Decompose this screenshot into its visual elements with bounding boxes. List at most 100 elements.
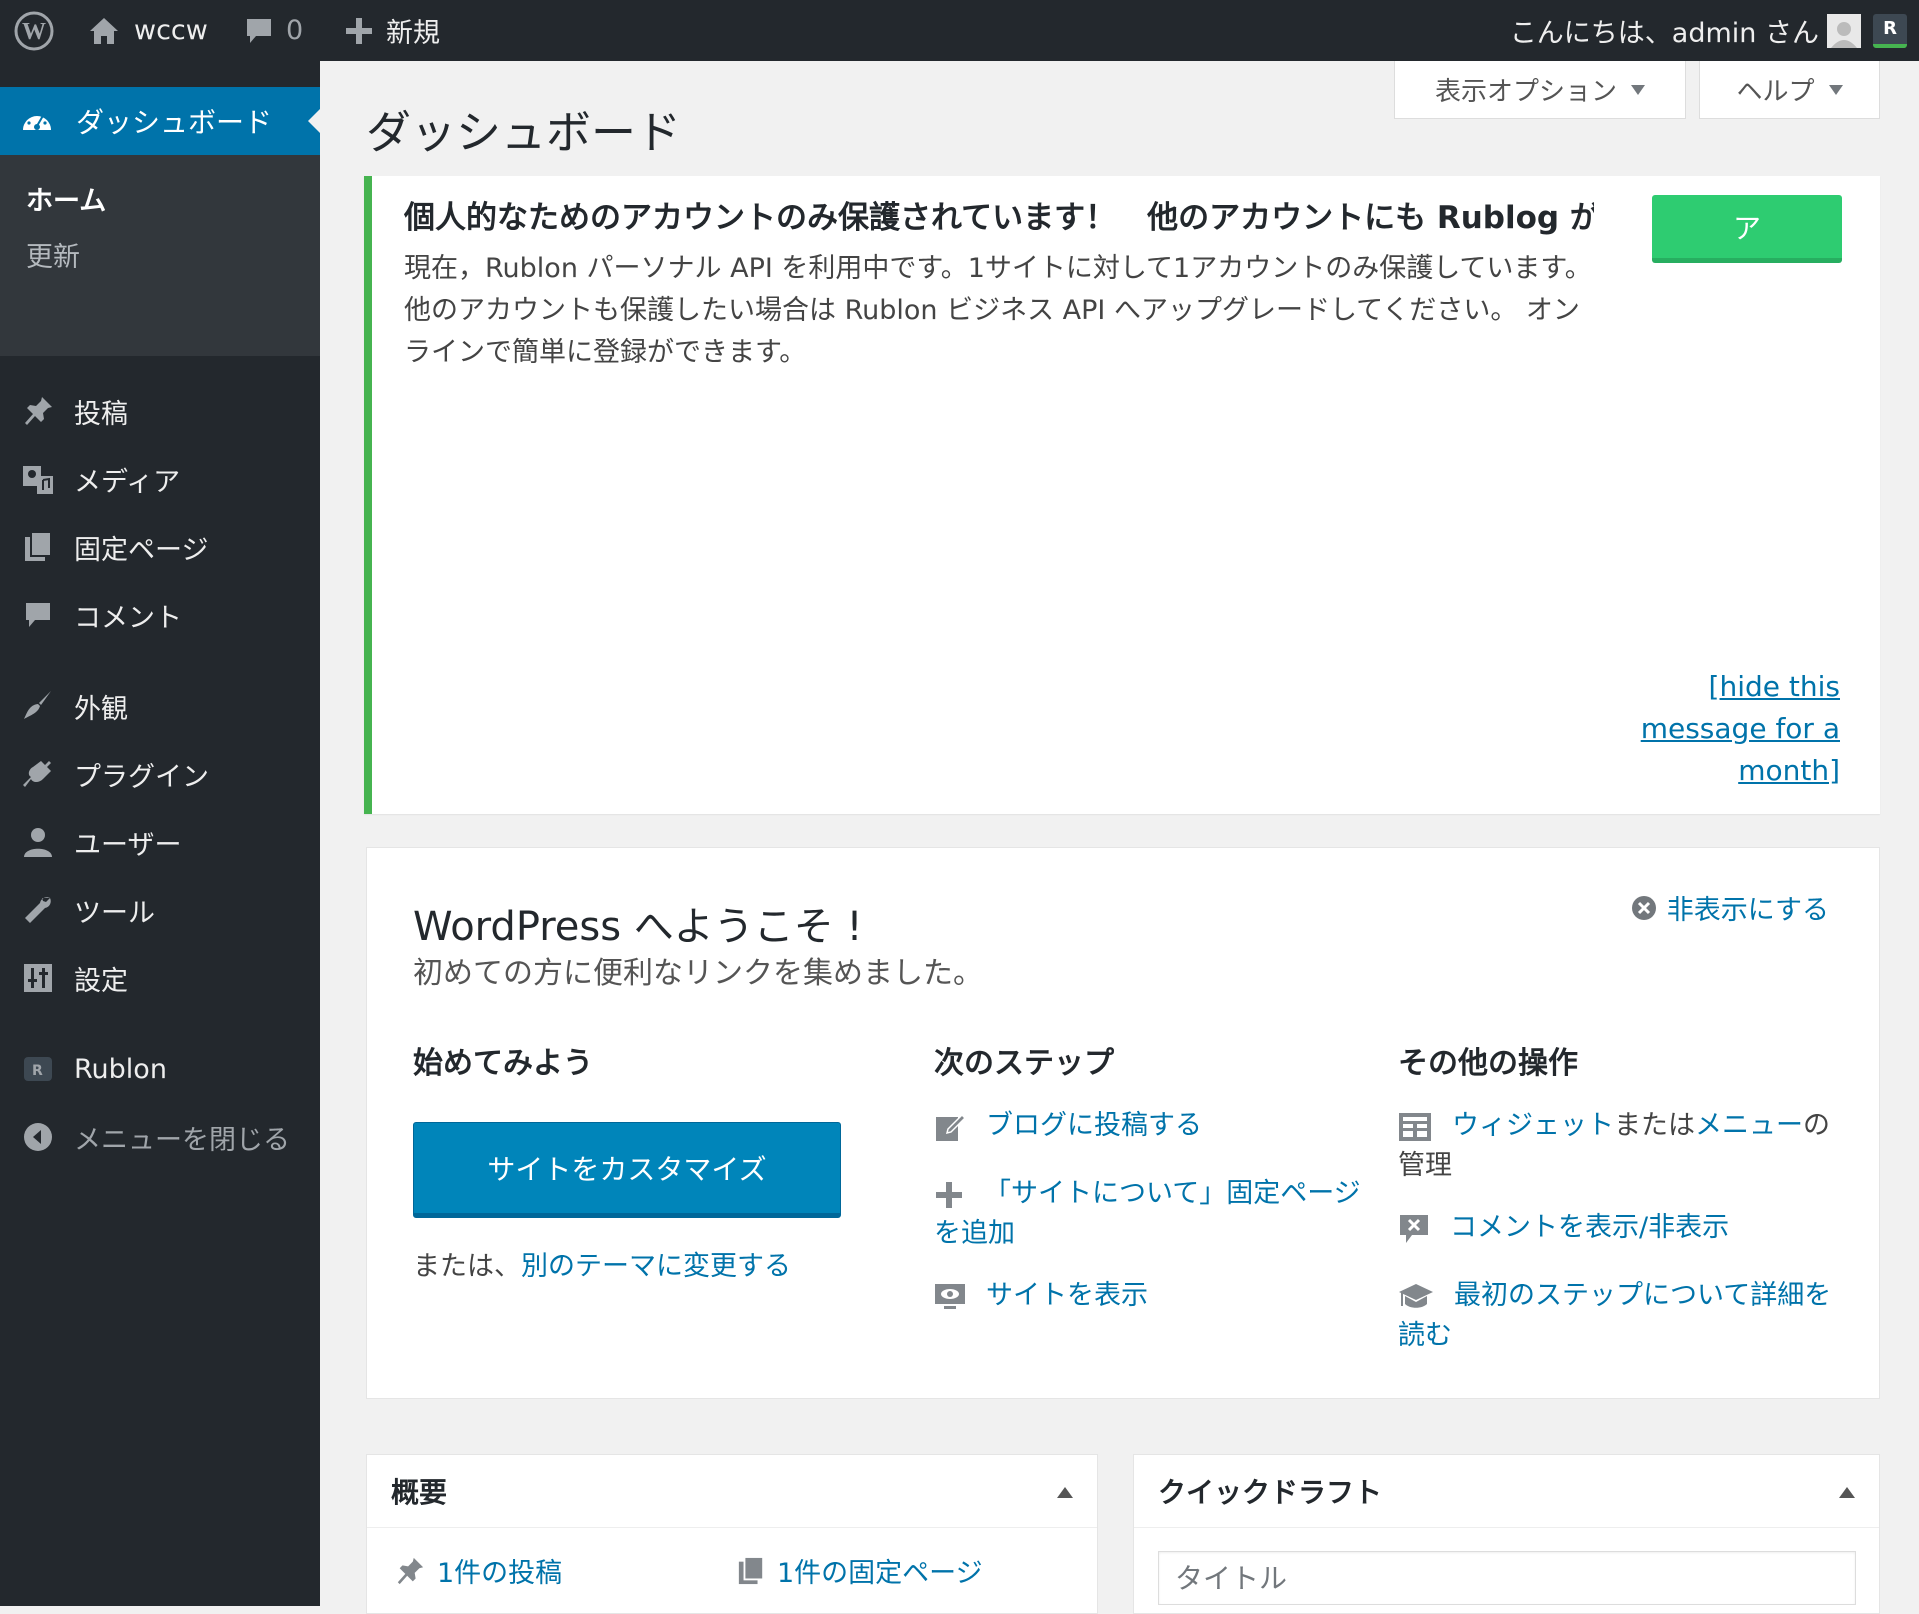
- sidebar-item-label: Rublon: [74, 1053, 167, 1085]
- dashboard-submenu: ホーム 更新: [0, 155, 320, 356]
- quick-draft-box: クイックドラフト: [1133, 1454, 1880, 1614]
- pin-icon: [20, 393, 56, 429]
- more-actions-heading: その他の操作: [1398, 1046, 1578, 1081]
- customize-site-button[interactable]: サイトをカスタマイズ: [413, 1122, 841, 1218]
- page-title: ダッシュボード: [366, 106, 682, 159]
- write-post-link[interactable]: ブログに投稿する: [934, 1106, 1354, 1146]
- toggle-comments-link[interactable]: コメントを表示/非表示: [1398, 1208, 1838, 1248]
- chevron-down-icon: [1828, 84, 1843, 95]
- chevron-down-icon: [1631, 84, 1645, 95]
- help-label: ヘルプ: [1736, 77, 1815, 107]
- comments-off-icon: [1398, 1213, 1430, 1245]
- media-icon: [20, 461, 56, 497]
- postbox-header[interactable]: クイックドラフト: [1134, 1455, 1879, 1528]
- submenu-item-updates[interactable]: 更新: [26, 235, 80, 274]
- widgets-icon: [1398, 1112, 1432, 1142]
- posts-count-label: 1件の投稿: [437, 1558, 563, 1589]
- greeting-text: こんにちは、admin さん: [1509, 18, 1819, 49]
- postbox-header[interactable]: 概要: [367, 1455, 1097, 1528]
- admin-sidebar: ダッシュボード ホーム 更新 投稿 メディア 固定ページ コメント 外観 プラグ…: [0, 61, 320, 1606]
- change-theme-link[interactable]: 別のテーマに変更する: [521, 1251, 791, 1282]
- close-circle-icon: [1631, 895, 1657, 921]
- draft-title-input[interactable]: [1158, 1551, 1856, 1605]
- site-name: wccw: [134, 15, 208, 46]
- plugin-icon: [20, 756, 56, 792]
- new-content-link[interactable]: 新規: [346, 0, 440, 61]
- sidebar-item-label: プラグイン: [74, 761, 209, 793]
- sidebar-item-dashboard[interactable]: ダッシュボード: [0, 87, 320, 155]
- edit-page-icon: [934, 1111, 966, 1143]
- change-theme-text: または、別のテーマに変更する: [413, 1244, 791, 1283]
- dismiss-welcome-link[interactable]: 非表示にする: [1631, 888, 1829, 927]
- collapse-menu-button[interactable]: メニューを閉じる: [0, 1110, 320, 1164]
- comments-link[interactable]: 0: [244, 0, 303, 61]
- plus-icon: [346, 17, 372, 44]
- comment-bubble-icon: [244, 16, 274, 46]
- menus-link[interactable]: メニュー: [1695, 1110, 1803, 1141]
- sidebar-item-label: 投稿: [74, 398, 128, 430]
- sidebar-item-posts[interactable]: 投稿: [0, 384, 320, 438]
- notice-title: 個人的なためのアカウントのみ保護されています！ 他のアカウントにも Rublog…: [404, 200, 1594, 236]
- comments-count: 0: [286, 15, 304, 46]
- pages-count-link[interactable]: 1件の固定ページ: [737, 1551, 983, 1590]
- write-post-label: ブログに投稿する: [986, 1110, 1202, 1141]
- submenu-item-home[interactable]: ホーム: [26, 179, 106, 218]
- collapse-icon: [20, 1119, 56, 1155]
- widgets-link[interactable]: ウィジェット: [1452, 1110, 1614, 1141]
- sidebar-item-settings[interactable]: 設定: [0, 951, 320, 1005]
- welcome-subtitle: 初めての方に便利なリンクを集めました。: [413, 956, 983, 991]
- wordpress-logo-icon[interactable]: W: [14, 0, 54, 61]
- posts-count-link[interactable]: 1件の投稿: [395, 1551, 562, 1590]
- screen-options-button[interactable]: 表示オプション: [1394, 61, 1686, 119]
- avatar[interactable]: [1827, 0, 1861, 61]
- sidebar-item-label: ダッシュボード: [76, 106, 273, 139]
- sidebar-item-label: 固定ページ: [74, 534, 209, 566]
- sidebar-item-pages[interactable]: 固定ページ: [0, 520, 320, 574]
- sidebar-item-media[interactable]: メディア: [0, 452, 320, 506]
- user-icon: [20, 824, 56, 860]
- next-steps-heading: 次のステップ: [934, 1046, 1114, 1081]
- learn-more-label: 最初のステップについて詳細を読む: [1398, 1280, 1832, 1351]
- settings-icon: [20, 960, 56, 996]
- collapse-toggle-icon[interactable]: [1057, 1487, 1073, 1498]
- at-a-glance-box: 概要 1件の投稿 1件の固定ページ: [366, 1454, 1098, 1614]
- home-icon: [88, 16, 120, 46]
- page-icon: [20, 529, 56, 565]
- sidebar-item-label: メニューを閉じる: [74, 1124, 290, 1156]
- upgrade-button[interactable]: ア: [1652, 195, 1842, 263]
- sidebar-item-label: ユーザー: [74, 829, 182, 861]
- welcome-title: WordPress へようこそ !: [413, 904, 863, 950]
- sidebar-item-tools[interactable]: ツール: [0, 883, 320, 937]
- new-label: 新規: [386, 18, 440, 49]
- sidebar-item-label: 外観: [74, 693, 128, 725]
- add-about-page-link[interactable]: 「サイトについて」固定ページを追加: [934, 1174, 1364, 1254]
- svg-text:W: W: [22, 19, 46, 45]
- wrench-icon: [20, 892, 56, 928]
- plus-icon: [934, 1180, 964, 1210]
- learn-more-link[interactable]: 最初のステップについて詳細を読む: [1398, 1276, 1838, 1356]
- help-button[interactable]: ヘルプ: [1699, 61, 1880, 119]
- my-account-link[interactable]: こんにちは、admin さん: [1510, 0, 1819, 61]
- sidebar-item-label: メディア: [74, 466, 181, 498]
- sidebar-item-plugins[interactable]: プラグイン: [0, 747, 320, 801]
- or-word: または: [1614, 1110, 1695, 1141]
- hide-message-link[interactable]: [hide this message for a month]: [1620, 666, 1840, 792]
- view-site-link[interactable]: サイトを表示: [934, 1276, 1354, 1316]
- quick-draft-title: クイックドラフト: [1158, 1476, 1383, 1509]
- sidebar-item-users[interactable]: ユーザー: [0, 815, 320, 869]
- manage-widgets-item: ウィジェットまたはメニューの管理: [1398, 1106, 1838, 1186]
- sidebar-item-comments[interactable]: コメント: [0, 588, 320, 642]
- notice-text: 現在，Rublon パーソナル API を利用中です。1サイトに対して1アカウン…: [404, 253, 1592, 368]
- comment-icon: [20, 597, 56, 633]
- svg-text:R: R: [32, 1063, 43, 1079]
- sidebar-item-rublon[interactable]: R Rublon: [0, 1042, 320, 1096]
- sidebar-item-appearance[interactable]: 外観: [0, 679, 320, 733]
- site-name-link[interactable]: wccw: [88, 0, 208, 61]
- welcome-panel: WordPress へようこそ ! 初めての方に便利なリンクを集めました。 非表…: [366, 847, 1880, 1399]
- or-text: または、: [413, 1251, 521, 1282]
- rublon-toolbar-icon[interactable]: R: [1873, 0, 1907, 61]
- collapse-toggle-icon[interactable]: [1839, 1487, 1855, 1498]
- sidebar-item-label: 設定: [74, 965, 128, 997]
- pages-count-label: 1件の固定ページ: [777, 1558, 983, 1589]
- dashboard-gauge-icon: [20, 104, 54, 138]
